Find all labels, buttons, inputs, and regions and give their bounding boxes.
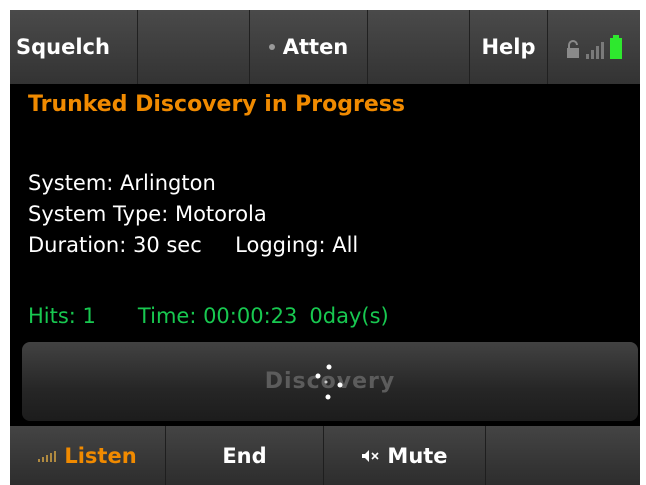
atten-label: Atten	[282, 35, 349, 59]
system-type: System Type: Motorola	[28, 202, 267, 226]
atten-indicator-icon	[268, 44, 275, 50]
end-button[interactable]: End	[166, 426, 324, 485]
duration-value: Duration: 30 sec	[28, 233, 202, 257]
help-button[interactable]: Help	[470, 10, 548, 84]
status-icons-area	[548, 10, 640, 84]
lock-icon	[567, 40, 579, 58]
end-label: End	[222, 443, 267, 468]
elapsed-time: Time: 00:00:23	[137, 304, 298, 328]
squelch-label: Squelch	[16, 35, 110, 59]
bottom-softkey-bar: Listen End Mute	[10, 426, 640, 485]
signal-icon	[586, 42, 604, 59]
hits-time-row: Hits: 1 Time: 00:00:23 0day(s)	[28, 304, 389, 328]
listen-label: Listen	[64, 443, 137, 468]
blank-softkey-3[interactable]	[486, 426, 640, 485]
help-label: Help	[481, 35, 536, 59]
atten-button[interactable]: Atten	[250, 10, 368, 84]
discovery-button[interactable]: Discovery	[22, 342, 638, 421]
logging-value: Logging: All	[235, 233, 359, 257]
speaker-mute-icon	[362, 449, 379, 462]
mute-label: Mute	[387, 443, 448, 468]
signal-strength-icon	[38, 450, 57, 462]
scanner-screen: Squelch Atten Help Trunked Discovery in …	[10, 10, 640, 485]
page-title: Trunked Discovery in Progress	[28, 92, 405, 117]
blank-softkey-2[interactable]	[368, 10, 470, 84]
top-softkey-bar: Squelch Atten Help	[10, 10, 640, 84]
mute-button[interactable]: Mute	[324, 426, 486, 485]
elapsed-days: 0day(s)	[309, 304, 389, 328]
duration-logging-row: Duration: 30 sec Logging: All	[28, 230, 358, 261]
blank-softkey-1[interactable]	[138, 10, 250, 84]
listen-button[interactable]: Listen	[10, 426, 166, 485]
system-name: System: Arlington	[28, 171, 216, 195]
loading-spinner-icon	[315, 364, 343, 400]
hits-count: Hits: 1	[28, 304, 96, 328]
battery-icon	[610, 35, 622, 59]
squelch-button[interactable]: Squelch	[10, 10, 138, 84]
